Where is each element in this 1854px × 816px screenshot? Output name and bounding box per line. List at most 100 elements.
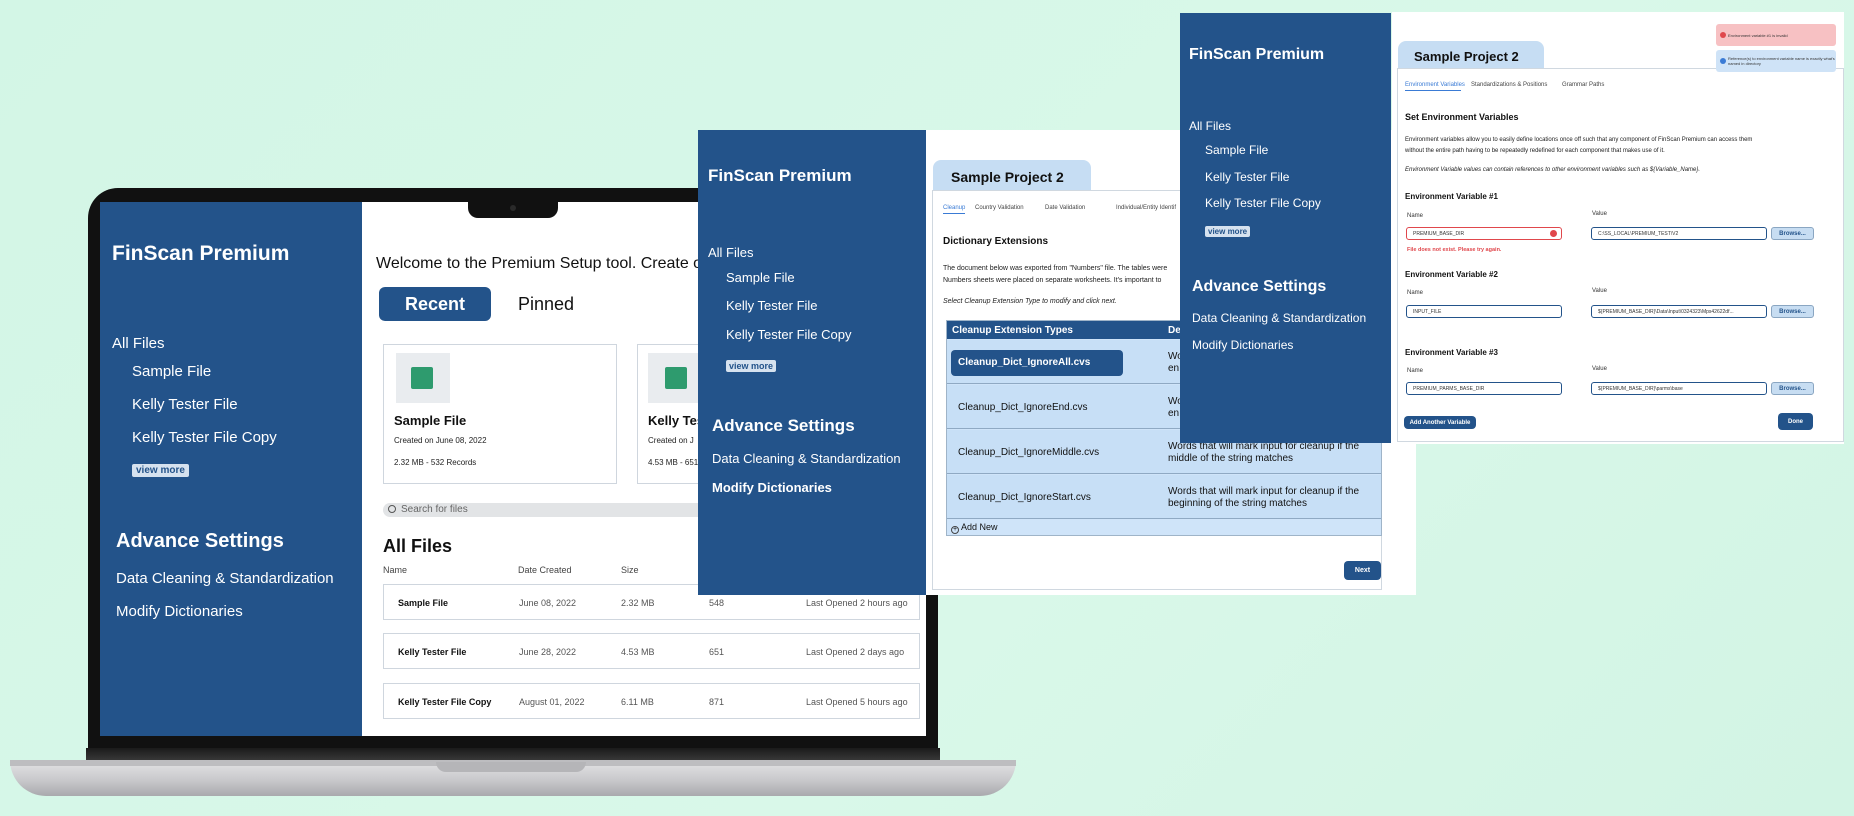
env-name-value: INPUT_FILE <box>1413 308 1442 315</box>
row-last-opened: Last Opened 2 days ago <box>806 647 905 657</box>
row-count: 651 <box>709 647 725 657</box>
sidebar-item-data-cleaning[interactable]: Data Cleaning & Standardization <box>712 451 901 466</box>
advance-settings-heading: Advance Settings <box>1192 278 1327 295</box>
sidebar: FinScan Premium All Files Sample File Ke… <box>698 130 926 595</box>
row-size: 2.32 MB <box>621 598 655 608</box>
done-button[interactable]: Done <box>1778 413 1813 430</box>
tab-grammar-paths[interactable]: Grammar Paths <box>1562 82 1604 88</box>
row-name: Cleanup_Dict_IgnoreEnd.cvs <box>958 402 1088 413</box>
sidebar-item-modify-dictionaries[interactable]: Modify Dictionaries <box>116 603 243 620</box>
error-toast[interactable]: Environment variable #1 is invalid <box>1716 24 1836 46</box>
sidebar-item-modify-dictionaries[interactable]: Modify Dictionaries <box>712 480 832 495</box>
env-value-text: C:\SS_LOCAL\PREMIUM_TEST\V2 <box>1598 230 1679 237</box>
error-toast-text: Environment variable #1 is invalid <box>1728 32 1788 38</box>
add-variable-button[interactable]: Add Another Variable <box>1404 416 1476 429</box>
sidebar-item-file[interactable]: Kelly Tester File <box>132 396 238 413</box>
sidebar-item-all-files[interactable]: All Files <box>1189 119 1231 133</box>
column-header-types: Cleanup Extension Types <box>952 325 1073 336</box>
env-name-value: PREMIUM_BASE_DIR <box>1413 230 1465 237</box>
env-name-field[interactable]: INPUT_FILE <box>1406 305 1562 318</box>
name-label: Name <box>1407 368 1424 374</box>
camera-icon <box>510 205 516 211</box>
info-toast[interactable]: Reference(s) to environment variable nam… <box>1716 50 1836 72</box>
description-line: Environment variables allow you to easil… <box>1405 137 1753 143</box>
project-tab[interactable]: Sample Project 2 <box>1398 41 1544 68</box>
column-header-size[interactable]: Size <box>621 565 639 575</box>
sidebar-item-file[interactable]: Kelly Tester File Copy <box>1205 196 1321 210</box>
active-tab-underline <box>1405 90 1461 91</box>
env-var-heading: Environment Variable #2 <box>1405 270 1498 279</box>
next-button[interactable]: Next <box>1344 561 1381 580</box>
name-label: Name <box>1407 290 1424 296</box>
info-toast-text: Reference(s) to environment variable nam… <box>1728 56 1835 66</box>
app-title: FinScan Premium <box>112 242 290 265</box>
sidebar-item-file[interactable]: Kelly Tester File <box>726 298 818 313</box>
tab-individual-entity[interactable]: Individual/Entity Identif <box>1116 205 1176 211</box>
sidebar-item-all-files[interactable]: All Files <box>112 335 165 352</box>
env-value-text: ${PREMIUM_BASE_DIR}\parms\base <box>1598 385 1683 392</box>
row-count: 548 <box>709 598 725 608</box>
table-row[interactable]: Kelly Tester File Copy August 01, 2022 6… <box>383 683 920 719</box>
tab-environment-variables[interactable]: Environment Variables <box>1405 82 1465 88</box>
tab-country-validation[interactable]: Country Validation <box>975 205 1024 211</box>
sidebar-item-file[interactable]: Kelly Tester File Copy <box>132 429 277 446</box>
table-row[interactable]: Kelly Tester File June 28, 2022 4.53 MB … <box>383 633 920 669</box>
error-icon <box>1720 32 1726 38</box>
sidebar-item-all-files[interactable]: All Files <box>708 245 754 260</box>
row-last-opened: Last Opened 5 hours ago <box>806 697 908 707</box>
description-line: Numbers sheets were placed on separate w… <box>943 277 1162 284</box>
sidebar-item-file[interactable]: Sample File <box>1205 143 1268 157</box>
table-row[interactable]: Cleanup_Dict_IgnoreStart.cvs Words that … <box>947 475 1381 519</box>
row-description: middle of the string matches <box>1168 453 1294 464</box>
project-tab[interactable]: Sample Project 2 <box>933 160 1091 190</box>
tab-standardizations[interactable]: Standardizations & Positions <box>1471 82 1547 88</box>
card-meta: 4.53 MB - 651 <box>648 458 699 467</box>
env-name-field[interactable]: PREMIUM_BASE_DIR <box>1406 227 1562 240</box>
search-placeholder: Search for files <box>401 504 468 515</box>
env-value-field[interactable]: ${PREMIUM_BASE_DIR}\parms\base <box>1591 382 1767 395</box>
row-name: Kelly Tester File Copy <box>398 697 492 707</box>
row-description: en <box>1168 363 1180 374</box>
env-var-heading: Environment Variable #1 <box>1405 192 1498 201</box>
row-name: Cleanup_Dict_IgnoreAll.cvs <box>958 357 1091 368</box>
add-new-button[interactable]: + Add New <box>951 522 998 534</box>
value-label: Value <box>1592 211 1607 217</box>
laptop-trackpad-notch <box>436 762 586 772</box>
row-date: June 08, 2022 <box>519 598 577 608</box>
row-date: August 01, 2022 <box>519 697 585 707</box>
sidebar-item-data-cleaning[interactable]: Data Cleaning & Standardization <box>116 570 334 587</box>
tab-recent[interactable]: Recent <box>379 287 491 321</box>
card-meta: 2.32 MB - 532 Records <box>394 458 477 467</box>
sidebar-item-data-cleaning[interactable]: Data Cleaning & Standardization <box>1192 311 1366 325</box>
column-header-description: De <box>1168 325 1181 336</box>
env-value-field[interactable]: C:\SS_LOCAL\PREMIUM_TEST\V2 <box>1591 227 1767 240</box>
file-card[interactable]: Sample File Created on June 08, 2022 2.3… <box>383 344 617 484</box>
row-name: Cleanup_Dict_IgnoreStart.cvs <box>958 492 1091 503</box>
sidebar-item-modify-dictionaries[interactable]: Modify Dictionaries <box>1192 338 1293 352</box>
row-description: beginning of the string matches <box>1168 498 1307 509</box>
view-more-button[interactable]: view more <box>1205 226 1251 237</box>
row-size: 6.11 MB <box>621 697 654 707</box>
add-new-label: Add New <box>961 522 998 532</box>
instruction-text: Select Cleanup Extension Type to modify … <box>943 298 1117 305</box>
env-value-field[interactable]: ${PREMIUM_BASE_DIR}\Data\Input\0324323\M… <box>1591 305 1767 318</box>
tab-date-validation[interactable]: Date Validation <box>1045 205 1085 211</box>
error-message: File does not exist. Please try again. <box>1407 247 1502 253</box>
view-more-button[interactable]: view more <box>726 360 777 372</box>
env-name-field[interactable]: PREMIUM_PARMS_BASE_DIR <box>1406 382 1562 395</box>
column-header-name[interactable]: Name <box>383 565 407 575</box>
row-name: Sample File <box>398 598 449 608</box>
tab-pinned[interactable]: Pinned <box>518 294 574 315</box>
tab-cleanup[interactable]: Cleanup <box>943 205 965 211</box>
sidebar-item-file[interactable]: Sample File <box>132 363 211 380</box>
row-size: 4.53 MB <box>621 647 655 657</box>
browse-button[interactable]: Browse... <box>1771 227 1814 240</box>
column-header-date[interactable]: Date Created <box>518 565 572 575</box>
sidebar-item-file[interactable]: Kelly Tester File Copy <box>726 327 851 342</box>
sidebar-item-file[interactable]: Kelly Tester File <box>1205 170 1289 184</box>
view-more-button[interactable]: view more <box>132 464 189 477</box>
browse-button[interactable]: Browse... <box>1771 305 1814 318</box>
sidebar-item-file[interactable]: Sample File <box>726 270 795 285</box>
row-name: Cleanup_Dict_IgnoreMiddle.cvs <box>958 447 1100 458</box>
browse-button[interactable]: Browse... <box>1771 382 1814 395</box>
